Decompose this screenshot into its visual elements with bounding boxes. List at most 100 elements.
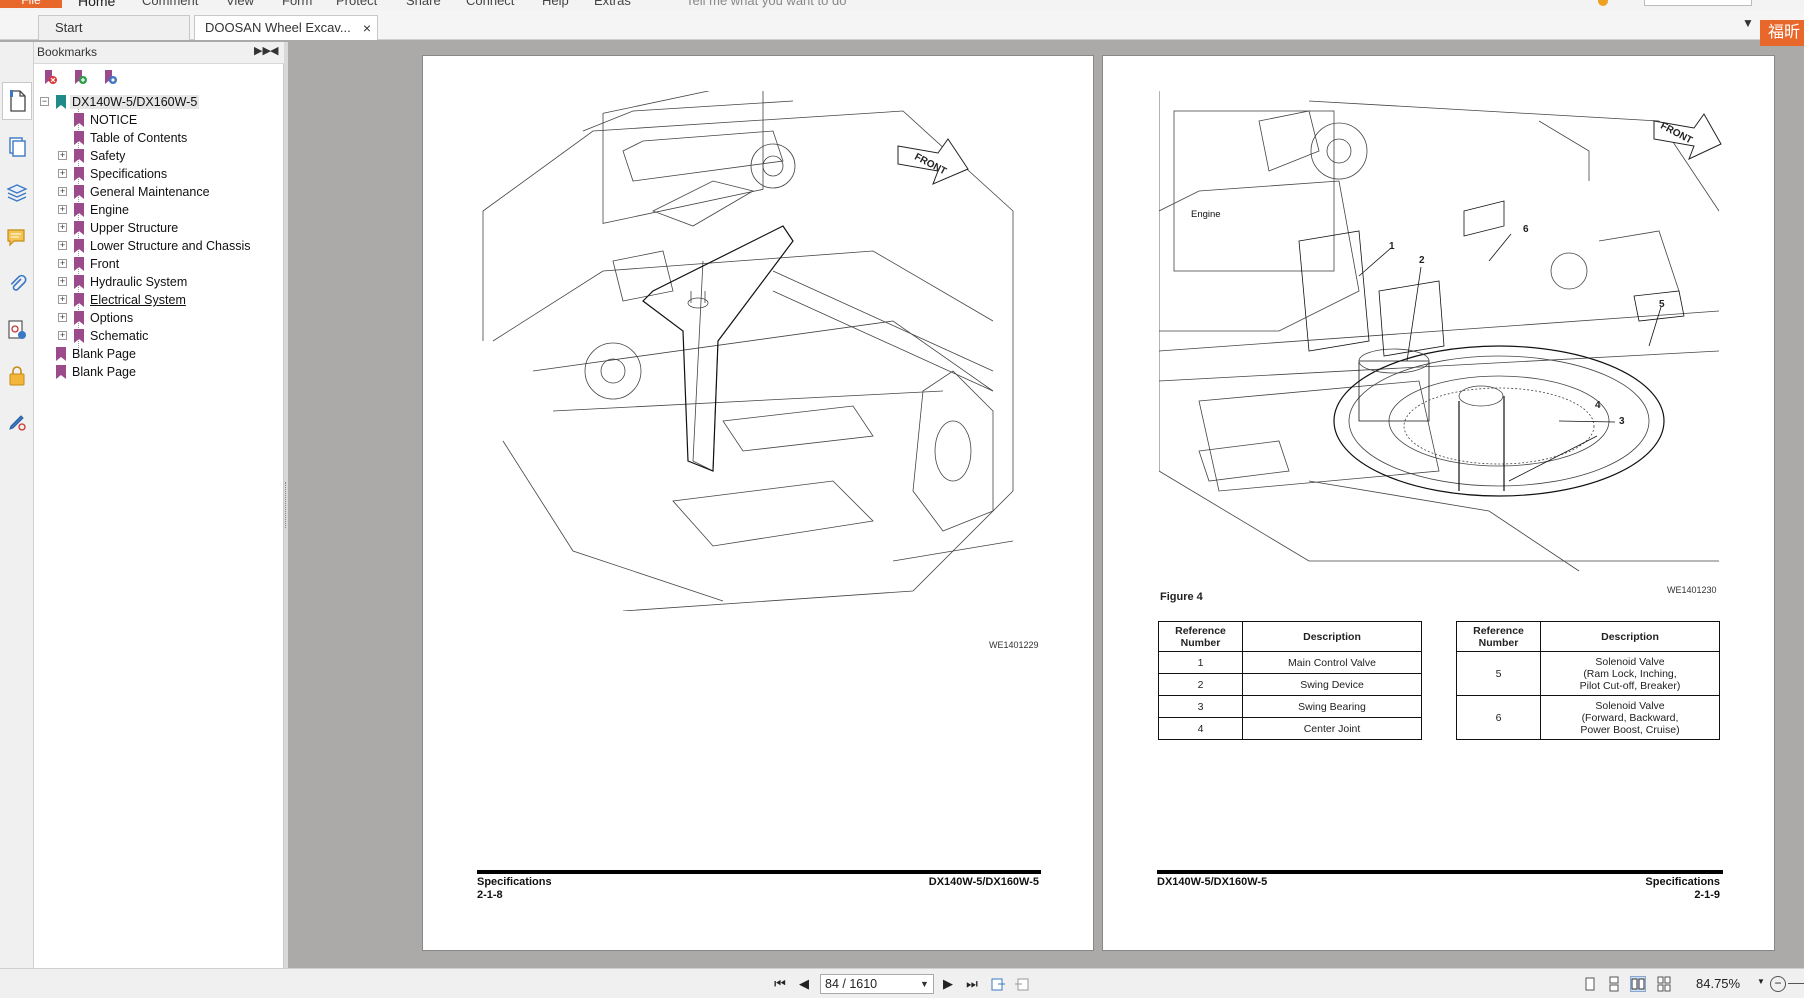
ribbon-tab-connect[interactable]: Connect <box>466 0 514 8</box>
splitter-grip[interactable] <box>285 482 287 528</box>
facing-view-icon[interactable] <box>1630 976 1646 992</box>
ribbon-tab-extras[interactable]: Extras <box>594 0 631 8</box>
continuous-view-icon[interactable] <box>1606 976 1622 992</box>
next-view-icon[interactable] <box>1014 976 1030 992</box>
expand-toggle-icon[interactable]: + <box>58 223 67 232</box>
page-thumbnails-icon[interactable] <box>5 134 29 158</box>
reference-table-b: Reference Number Description 5 Solenoid … <box>1456 621 1720 740</box>
footer-page-number: 2-1-9 <box>1694 889 1720 901</box>
tell-me-search[interactable]: Tell me what you want to do <box>686 0 846 8</box>
expand-toggle-icon[interactable]: + <box>58 169 67 178</box>
bookmark-label: Lower Structure and Chassis <box>90 239 251 253</box>
footer-model: DX140W-5/DX160W-5 <box>928 876 1039 888</box>
bookmark-label: Safety <box>90 149 126 163</box>
expand-toggle-icon[interactable]: + <box>58 295 67 304</box>
bookmark-label: NOTICE <box>90 113 138 127</box>
callout-6: 6 <box>1523 224 1529 235</box>
table-cell-desc: Solenoid Valve (Ram Lock, Inching, Pilot… <box>1540 651 1720 696</box>
bookmark-icon <box>74 257 84 271</box>
bookmark-icon <box>56 347 66 361</box>
table-header-ref: Reference Number <box>1158 621 1243 652</box>
bookmark-icon <box>74 311 84 325</box>
last-page-icon[interactable]: ⏭ <box>964 976 980 992</box>
callout-2: 2 <box>1419 255 1425 266</box>
continuous-facing-view-icon[interactable] <box>1656 976 1672 992</box>
ribbon-tab-share[interactable]: Share <box>406 0 441 8</box>
table-cell-desc: Swing Bearing <box>1242 695 1422 718</box>
ribbon-tab-home[interactable]: Home <box>78 0 115 9</box>
pen-tools-icon[interactable] <box>5 410 29 434</box>
figure-caption: Figure 4 <box>1160 591 1203 603</box>
page-number-input[interactable]: 84 / 1610 <box>820 974 934 994</box>
desc-line: (Ram Lock, Inching, <box>1583 667 1677 680</box>
brand-badge[interactable]: 福昕 <box>1760 20 1804 46</box>
expand-toggle-icon[interactable]: + <box>58 259 67 268</box>
bookmark-icon <box>74 293 84 307</box>
component-locator-drawing <box>1159 91 1722 572</box>
desc-line: (Forward, Backward, <box>1581 711 1679 724</box>
pdf-page-left[interactable]: FRONT WE1401229 Specifications 2-1-8 DX1… <box>422 55 1094 951</box>
status-bar: ⏮ ◀ 84 / 1610 ▼ ▶ ⏭ 84.75% ▼ − <box>0 968 1804 998</box>
expand-toggle-icon[interactable]: + <box>58 313 67 322</box>
callout-4: 4 <box>1595 400 1601 411</box>
expand-toggle-icon[interactable]: + <box>58 277 67 286</box>
single-page-view-icon[interactable] <box>1582 976 1598 992</box>
close-icon[interactable]: × <box>363 16 371 40</box>
ribbon-tab-protect[interactable]: Protect <box>336 0 377 8</box>
previous-view-icon[interactable] <box>990 976 1006 992</box>
bookmark-root[interactable]: − DX140W-5/DX160W-5 <box>40 94 280 112</box>
tab-start[interactable]: Start <box>38 15 190 40</box>
ribbon-bar: File Home Comment View Form Protect Shar… <box>0 0 1804 10</box>
comments-icon[interactable] <box>5 226 29 250</box>
previous-page-icon[interactable]: ◀ <box>796 976 812 992</box>
ribbon-tab-help[interactable]: Help <box>542 0 569 8</box>
zoom-dropdown-icon[interactable]: ▼ <box>1757 977 1765 986</box>
delete-bookmark-icon[interactable] <box>42 68 58 86</box>
find-bookmark-icon[interactable] <box>102 68 118 86</box>
bookmark-label: Schematic <box>90 329 149 343</box>
expand-panel-icon[interactable]: ▶▶ <box>254 44 271 57</box>
figure-code: WE1401229 <box>989 640 1039 650</box>
panel-splitter[interactable] <box>284 42 288 972</box>
lock-icon[interactable] <box>5 364 29 388</box>
table-row: 3 Swing Bearing <box>1158 695 1422 718</box>
expand-toggle-icon[interactable]: + <box>58 151 67 160</box>
zoom-level[interactable]: 84.75% <box>1696 976 1740 991</box>
zoom-slider[interactable] <box>1788 983 1804 984</box>
expand-toggle-icon[interactable]: + <box>58 241 67 250</box>
page-dropdown-icon[interactable]: ▼ <box>920 974 929 994</box>
excavator-upper-structure-drawing <box>482 91 1014 611</box>
table-cell-ref: 3 <box>1158 695 1243 718</box>
ribbon-tab-form[interactable]: Form <box>282 0 312 8</box>
ribbon-tab-view[interactable]: View <box>226 0 254 8</box>
table-cell-ref: 4 <box>1158 717 1243 740</box>
expand-toggle-icon[interactable]: + <box>58 331 67 340</box>
collapse-panel-icon[interactable]: ◀ <box>270 44 278 57</box>
table-row: 1 Main Control Valve <box>1158 651 1422 674</box>
ribbon-search-input[interactable] <box>1644 0 1752 6</box>
next-page-icon[interactable]: ▶ <box>940 976 956 992</box>
first-page-icon[interactable]: ⏮ <box>772 976 788 992</box>
digital-signature-icon[interactable] <box>5 318 29 342</box>
attachments-icon[interactable] <box>5 272 29 296</box>
file-menu-button[interactable]: File <box>0 0 62 8</box>
layers-icon[interactable] <box>5 180 29 204</box>
document-tab-bar: Start DOOSAN Wheel Excav... × ▼ 福昕 <box>0 10 1804 46</box>
bookmarks-title: Bookmarks <box>37 45 98 59</box>
add-bookmark-icon[interactable] <box>72 68 88 86</box>
tab-document[interactable]: DOOSAN Wheel Excav... × <box>194 15 378 40</box>
bookmark-icon <box>74 329 84 343</box>
tab-list-dropdown-icon[interactable]: ▼ <box>1742 16 1754 30</box>
zoom-out-icon[interactable]: − <box>1770 976 1786 992</box>
callout-5: 5 <box>1659 299 1665 310</box>
expand-toggle-icon[interactable]: + <box>58 205 67 214</box>
collapse-toggle-icon[interactable]: − <box>40 97 49 106</box>
desc-line: Solenoid Valve <box>1595 699 1665 712</box>
figure-code: WE1401230 <box>1667 585 1717 595</box>
ribbon-tab-comment[interactable]: Comment <box>142 0 198 8</box>
notification-icon[interactable] <box>1598 0 1608 6</box>
pdf-page-right[interactable]: Engine FRONT 1 2 3 4 5 6 WE1401230 Figur… <box>1102 55 1775 951</box>
expand-toggle-icon[interactable]: + <box>58 187 67 196</box>
bookmarks-panel-icon[interactable] <box>2 82 32 120</box>
bookmark-icon <box>74 239 84 253</box>
